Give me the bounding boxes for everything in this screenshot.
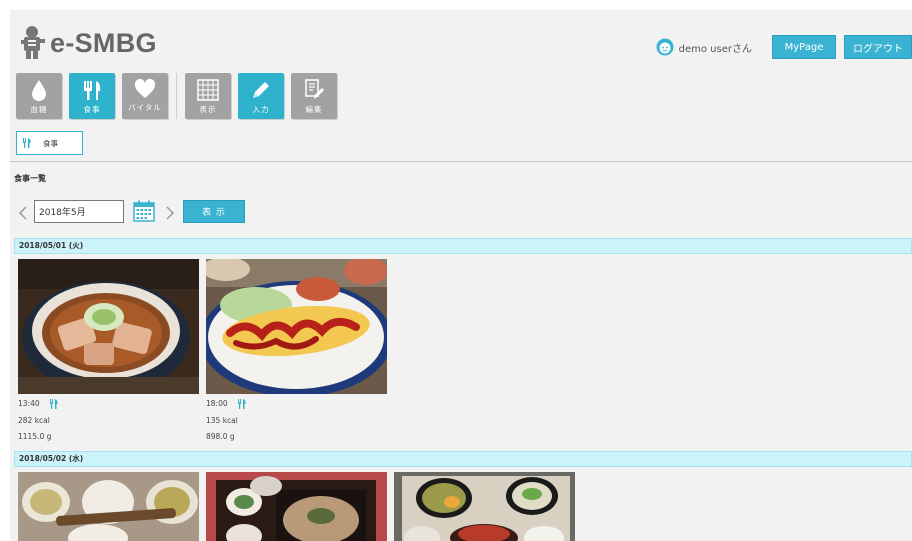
chevron-left-icon[interactable] — [18, 206, 28, 220]
calendar-icon[interactable] — [133, 200, 155, 222]
tile-vital[interactable]: バイタル — [122, 73, 168, 119]
fork-knife-icon — [237, 398, 246, 409]
subtab-label: 食事 — [43, 138, 58, 148]
app-window: e-SMBG demo userさん MyPage ログアウト 血糖 食事 バイ… — [10, 10, 912, 541]
user-area: demo userさん MyPage ログアウト — [656, 35, 912, 59]
section-title: 食事一覧 — [14, 174, 46, 183]
meal-photo-grilled-fish[interactable] — [18, 472, 199, 541]
meal-time-row: 18:00 — [206, 398, 387, 409]
meal-photo-soba[interactable] — [206, 472, 387, 541]
tile-label: 表示 — [199, 105, 217, 114]
tile-edit[interactable]: 編集 — [291, 73, 337, 119]
meal-time: 13:40 — [18, 399, 40, 408]
mypage-button[interactable]: MyPage — [772, 35, 836, 59]
heart-icon — [134, 79, 156, 98]
meal-card[interactable]: 13:40 282 kcal 1115.0 g — [18, 259, 199, 441]
meal-card[interactable] — [18, 472, 199, 541]
meal-kcal: 135 kcal — [206, 416, 238, 425]
tile-blood-glucose[interactable]: 血糖 — [16, 73, 62, 119]
user-avatar-icon — [656, 38, 674, 56]
tile-meal[interactable]: 食事 — [69, 73, 115, 119]
tile-label: 編集 — [305, 105, 323, 114]
logo[interactable]: e-SMBG — [18, 24, 157, 62]
meal-photo-omurice[interactable] — [206, 259, 387, 394]
pencil-icon — [253, 82, 269, 98]
tile-label: バイタル — [128, 103, 162, 112]
edit-doc-icon — [305, 79, 324, 99]
fork-knife-icon — [49, 398, 58, 409]
fork-knife-icon — [84, 81, 101, 100]
meal-card[interactable] — [206, 472, 387, 541]
user-name: demo userさん — [678, 43, 752, 55]
meal-card[interactable] — [394, 472, 575, 541]
meal-time: 18:00 — [206, 399, 228, 408]
tile-input[interactable]: 入力 — [238, 73, 284, 119]
subtab-meal[interactable]: 食事 — [16, 131, 83, 155]
meal-weight: 1115.0 g — [18, 432, 52, 441]
nav-tiles: 血糖 食事 バイタル 表示 入力 編集 — [16, 73, 344, 119]
show-button[interactable]: 表 示 — [183, 200, 245, 223]
tile-label: 入力 — [252, 105, 270, 114]
logout-button[interactable]: ログアウト — [844, 35, 912, 59]
tile-separator — [176, 73, 177, 119]
meal-time-row: 13:40 — [18, 398, 199, 409]
day-header: 2018/05/02 (水) — [14, 451, 912, 467]
day-header: 2018/05/01 (火) — [14, 238, 912, 254]
tile-display[interactable]: 表示 — [185, 73, 231, 119]
tile-label: 食事 — [83, 105, 101, 114]
meal-photo-teishoku[interactable] — [394, 472, 575, 541]
month-input[interactable] — [34, 200, 124, 223]
meal-weight: 898.0 g — [206, 432, 235, 441]
logo-text: e-SMBG — [50, 27, 157, 58]
tile-label: 血糖 — [30, 105, 48, 114]
fork-knife-icon — [23, 138, 31, 148]
meal-photo-ramen[interactable] — [18, 259, 199, 394]
logo-mascot-icon — [21, 26, 45, 59]
drop-icon — [32, 80, 46, 101]
divider — [10, 161, 912, 162]
meal-kcal: 282 kcal — [18, 416, 50, 425]
meal-card[interactable]: 18:00 135 kcal 898.0 g — [206, 259, 387, 441]
grid-icon — [197, 79, 219, 101]
chevron-right-icon[interactable] — [165, 206, 175, 220]
